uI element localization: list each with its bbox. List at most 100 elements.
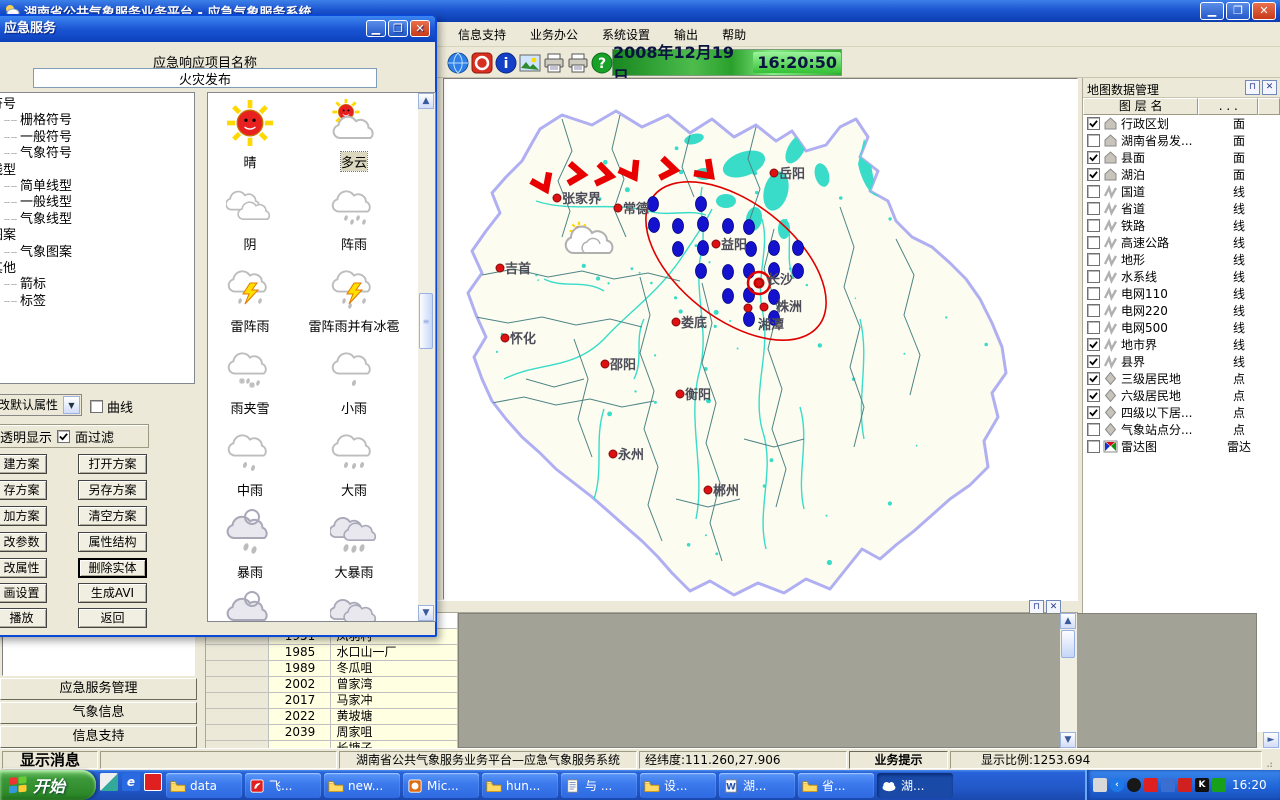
layer-checkbox[interactable] (1087, 406, 1100, 419)
button-另存方案[interactable]: 另存方案 (78, 480, 147, 500)
tree-item-气象符号[interactable]: ┄┄气象符号 (4, 146, 194, 162)
layer-row-地形[interactable]: 地形线 (1083, 251, 1280, 268)
tree-item-气象线型[interactable]: ┄┄气象线型 (4, 212, 194, 228)
layer-row-县界[interactable]: 县界线 (1083, 353, 1280, 370)
table-row[interactable]: 2002曾家湾 (206, 677, 458, 693)
button-改属性[interactable]: 改属性 (0, 558, 47, 578)
layer-checkbox[interactable] (1087, 117, 1100, 130)
symbol-scrollbar[interactable]: ▲ ≡ ▼ (418, 93, 435, 621)
info-icon[interactable]: i (494, 51, 518, 75)
weather-symbol-雷阵雨并有冰雹[interactable]: 雷阵雨并有冰雹 (292, 257, 416, 339)
map-data-panel-titlebar[interactable]: 地图数据管理 ⊓ ✕ (1083, 78, 1280, 98)
curve-checkbox-row[interactable]: 曲线 (90, 397, 133, 416)
rain-drop-symbol[interactable] (723, 219, 734, 234)
layer-row-省道[interactable]: 省道线 (1083, 200, 1280, 217)
layer-checkbox[interactable] (1087, 236, 1100, 249)
table-row[interactable]: 1989冬瓜咀 (206, 661, 458, 677)
scroll-up-icon[interactable]: ▲ (418, 93, 434, 109)
scrollbar-thumb[interactable]: ≡ (419, 293, 433, 349)
shield-icon[interactable] (1212, 778, 1226, 792)
weather-symbol-暴雨[interactable]: 暴雨 (208, 503, 292, 585)
button-播放[interactable]: 播放 (0, 608, 47, 628)
rain-drop-symbol[interactable] (723, 289, 734, 304)
kaspersky-icon[interactable]: K (1195, 778, 1209, 792)
left-button-气象信息[interactable]: 气象信息 (0, 702, 197, 724)
layer-checkbox[interactable] (1087, 440, 1100, 453)
weather-symbol-大暴雨[interactable]: 大暴雨 (292, 503, 416, 585)
record-icon[interactable] (470, 51, 494, 75)
help-icon[interactable]: ? (590, 51, 614, 75)
minimize-button[interactable]: ▁ (1200, 2, 1224, 20)
task-button-湖...[interactable]: W湖... (719, 773, 795, 798)
button-改参数[interactable]: 改参数 (0, 532, 47, 552)
task-button-new...[interactable]: new... (324, 773, 400, 798)
layer-row-电网500[interactable]: 电网500线 (1083, 319, 1280, 336)
table-row[interactable]: 2039周家咀 (206, 725, 458, 741)
tree-item-一般符号[interactable]: ┄┄一般符号 (4, 130, 194, 146)
layer-row-气象站点分...[interactable]: 气象站点分...点 (1083, 421, 1280, 438)
rain-drop-symbol[interactable] (744, 312, 755, 327)
rain-drop-symbol[interactable] (793, 241, 804, 256)
button-建方案[interactable]: 建方案 (0, 454, 47, 474)
button-清空方案[interactable]: 清空方案 (78, 506, 147, 526)
tree-item-图案[interactable]: 图案 (0, 228, 194, 244)
network-icon[interactable] (1161, 778, 1175, 792)
layer-more-column-header[interactable]: . . . (1198, 98, 1258, 115)
layer-row-行政区划[interactable]: 行政区划面 (1083, 115, 1280, 132)
layer-row-县面[interactable]: 县面面 (1083, 149, 1280, 166)
layer-row-国道[interactable]: 国道线 (1083, 183, 1280, 200)
task-button-hun...[interactable]: hun... (482, 773, 558, 798)
weather-symbol-晴[interactable]: 晴 (208, 93, 292, 175)
weather-symbol-小雨[interactable]: 小雨 (292, 339, 416, 421)
bottom-vertical-scrollbar[interactable]: ▲ ▼ (1060, 613, 1077, 748)
layer-checkbox[interactable] (1087, 389, 1100, 402)
rain-drop-symbol[interactable] (723, 265, 734, 280)
scrollbar-thumb[interactable] (1061, 630, 1075, 658)
map-canvas[interactable]: 张家界岳阳常德吉首益阳长沙湘潭株洲娄底怀化邵阳衡阳永州郴州 (443, 78, 1078, 600)
scroll-down-icon[interactable]: ▼ (418, 605, 434, 621)
task-button-飞...[interactable]: 飞... (245, 773, 321, 798)
weather-symbol-hidden[interactable] (208, 585, 292, 622)
rain-drop-symbol[interactable] (673, 219, 684, 234)
face-filter-checkbox[interactable] (57, 430, 70, 443)
weather-symbol-hidden[interactable] (292, 585, 416, 622)
layer-checkbox[interactable] (1087, 287, 1100, 300)
button-返回[interactable]: 返回 (78, 608, 147, 628)
status-show-message[interactable]: 显示消息 (2, 751, 98, 769)
layer-row-六级居民地[interactable]: 六级居民地点 (1083, 387, 1280, 404)
rain-drop-symbol[interactable] (769, 241, 780, 256)
table-row[interactable]: 1985水口山一厂 (206, 645, 458, 661)
weather-symbol-阵雨[interactable]: 阵雨 (292, 175, 416, 257)
button-存方案[interactable]: 存方案 (0, 480, 47, 500)
dialog-restore-button[interactable]: ❐ (388, 20, 408, 37)
button-打开方案[interactable]: 打开方案 (78, 454, 147, 474)
resize-grip[interactable]: ⣠ (1266, 757, 1278, 769)
layer-row-铁路[interactable]: 铁路线 (1083, 217, 1280, 234)
task-button-data[interactable]: data (166, 773, 242, 798)
layer-checkbox[interactable] (1087, 338, 1100, 351)
layer-checkbox[interactable] (1087, 270, 1100, 283)
layer-row-四级以下居...[interactable]: 四级以下居...点 (1083, 404, 1280, 421)
rain-drop-symbol[interactable] (696, 264, 707, 279)
layer-checkbox[interactable] (1087, 168, 1100, 181)
print2-icon[interactable] (566, 51, 590, 75)
layer-checkbox[interactable] (1087, 151, 1100, 164)
tree-item-标签[interactable]: ┄┄标签 (4, 294, 194, 310)
default-attr-dropdown[interactable]: 改默认属性 ▼ (0, 394, 82, 416)
layer-row-地市界[interactable]: 地市界线 (1083, 336, 1280, 353)
table-row[interactable]: 2017马家冲 (206, 693, 458, 709)
rain-drop-symbol[interactable] (696, 197, 707, 212)
blocked-icon[interactable] (1178, 778, 1192, 792)
button-加方案[interactable]: 加方案 (0, 506, 47, 526)
left-button-信息支持[interactable]: 信息支持 (0, 726, 197, 748)
tree-item-一般线型[interactable]: ┄┄一般线型 (4, 195, 194, 211)
layer-row-电网220[interactable]: 电网220线 (1083, 302, 1280, 319)
rain-drop-symbol[interactable] (648, 197, 659, 212)
layer-row-湖泊[interactable]: 湖泊面 (1083, 166, 1280, 183)
tree-item-其他[interactable]: 其他 (0, 261, 194, 277)
table-row[interactable]: 长塘子 (206, 741, 458, 748)
layer-checkbox[interactable] (1087, 202, 1100, 215)
layer-row-电网110[interactable]: 电网110线 (1083, 285, 1280, 302)
weather-symbol-中雨[interactable]: 中雨 (208, 421, 292, 503)
weather-symbol-雨夹雪[interactable]: 雨夹雪 (208, 339, 292, 421)
